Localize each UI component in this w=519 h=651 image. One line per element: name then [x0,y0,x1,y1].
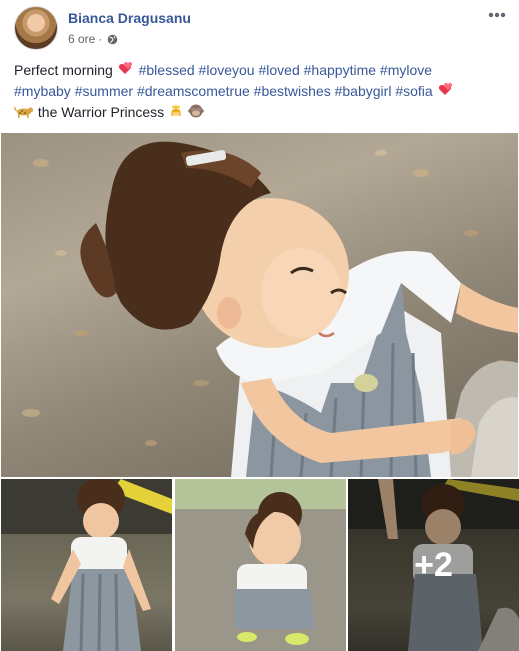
hashtag[interactable]: #blessed [139,62,195,78]
photo-thumbnail[interactable] [1,479,172,651]
author-avatar[interactable] [14,6,58,50]
post-timestamp[interactable]: 6 ore [68,32,95,46]
hashtag[interactable]: #babygirl [335,83,392,99]
caption-text-start: Perfect morning [14,62,113,78]
more-photos-count: +2 [414,545,453,584]
caption-text-end: the Warrior Princess [37,104,165,120]
author-name[interactable]: Bianca Dragusanu [68,10,191,26]
hashtag[interactable]: #mylove [380,62,432,78]
more-options-icon[interactable] [487,8,507,22]
facebook-post: Bianca Dragusanu 6 ore · Perfect morning [0,0,519,651]
hashtag[interactable]: #bestwishes [254,83,331,99]
heart-icon [437,82,455,98]
hashtag[interactable]: #loveyou [199,62,255,78]
main-photo[interactable] [1,133,518,477]
post-header: Bianca Dragusanu 6 ore · [12,6,507,52]
princess-icon [168,103,184,119]
post-meta: 6 ore · [68,32,118,46]
see-no-evil-monkey-icon [188,103,204,119]
hashtag[interactable]: #dreamscometrue [137,83,250,99]
heart-icon [117,61,135,77]
hashtag[interactable]: #summer [75,83,133,99]
hashtag[interactable]: #sofia [395,83,432,99]
post-caption: Perfect morning #blessed #loveyou #loved… [14,60,504,123]
hashtag[interactable]: #happytime [304,62,376,78]
photo-thumbnail[interactable]: +2 [348,479,519,651]
leopard-icon [14,105,34,119]
hashtag[interactable]: #loved [258,62,299,78]
hashtag[interactable]: #mybaby [14,83,71,99]
globe-icon[interactable] [107,34,118,45]
more-photos-overlay[interactable]: +2 [348,479,519,651]
photo-thumbnail[interactable] [175,479,346,651]
